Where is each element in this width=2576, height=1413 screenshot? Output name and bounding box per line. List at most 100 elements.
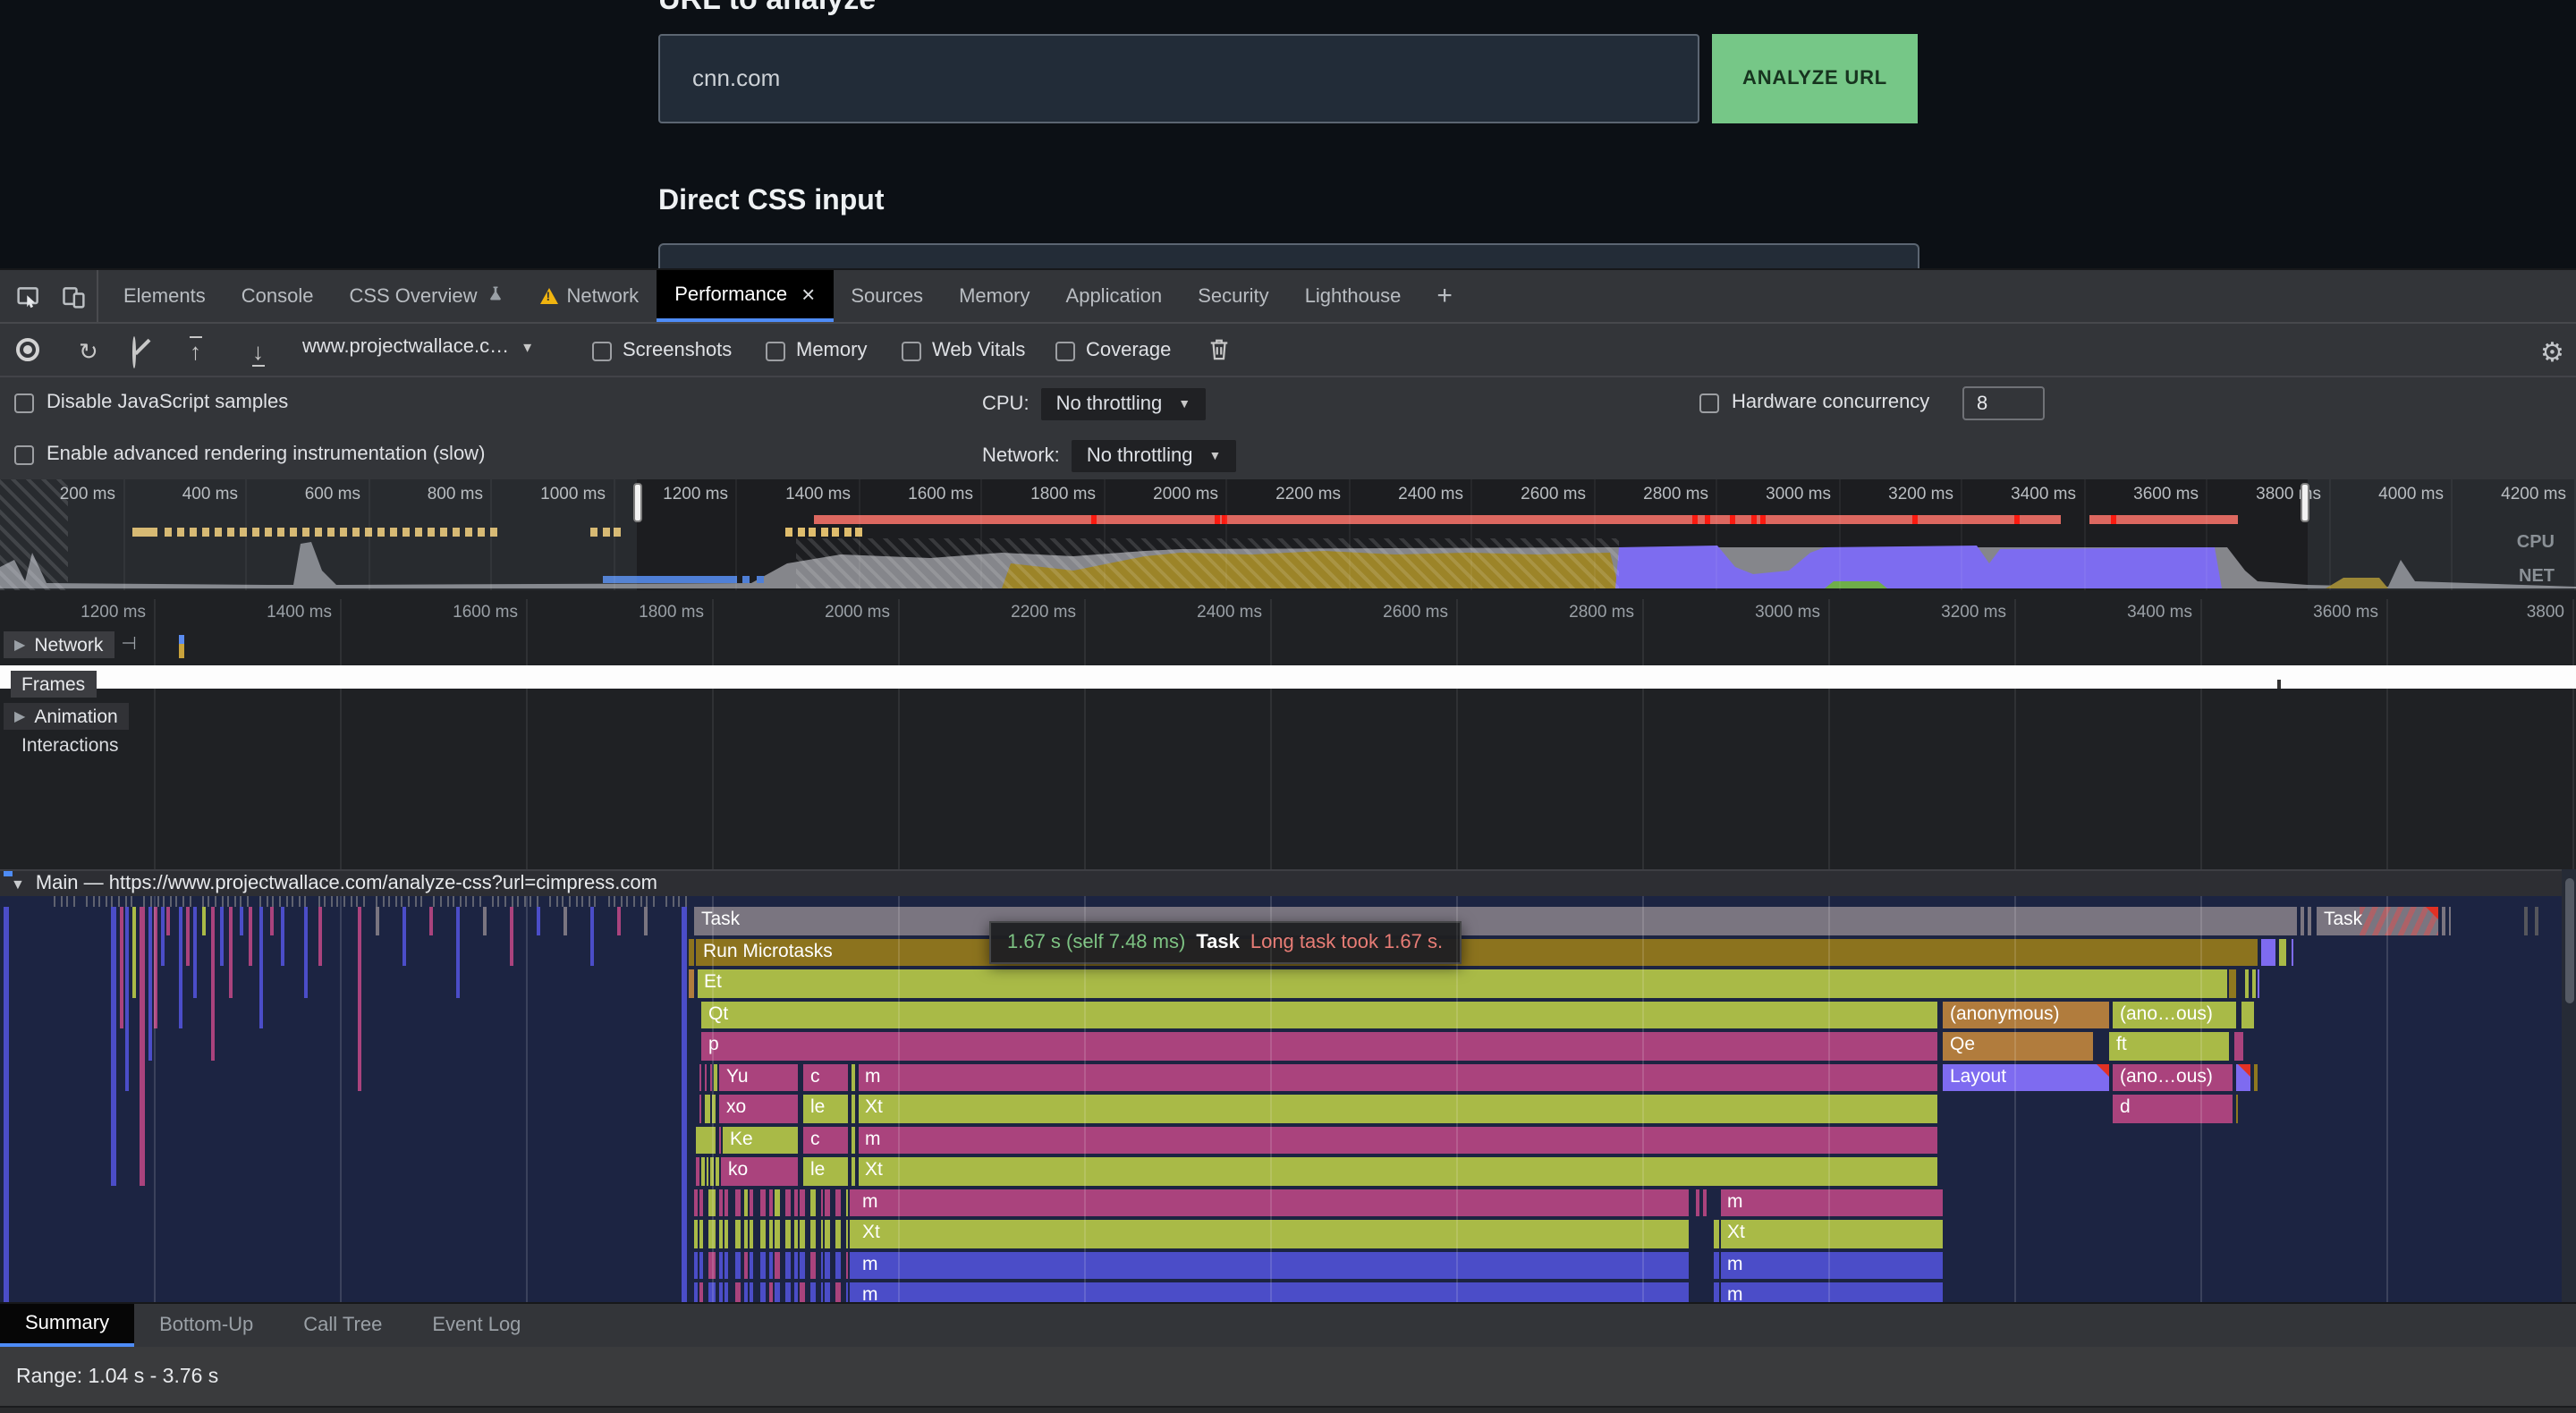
flame-bar-c[interactable]: c [803, 1063, 848, 1091]
coverage-checkbox[interactable] [1055, 341, 1075, 360]
flame-segment[interactable] [709, 1189, 716, 1216]
flame-segment[interactable] [709, 1220, 716, 1248]
flame-task-tick[interactable] [179, 907, 182, 1028]
flame-bar-m[interactable]: m [858, 1126, 1937, 1154]
flame-segment[interactable] [724, 1282, 729, 1302]
flame-segment[interactable] [744, 1189, 747, 1216]
flame-segment[interactable] [694, 1189, 697, 1216]
flame-segment[interactable] [694, 1220, 697, 1248]
flame-segment[interactable] [845, 1220, 848, 1248]
flame-task-tick[interactable] [140, 907, 145, 1185]
flame-segment[interactable] [835, 1251, 842, 1279]
reload-record-icon[interactable]: ↻ [79, 336, 98, 365]
flame-segment[interactable] [699, 1189, 703, 1216]
flame-bar-run-microtasks[interactable]: Run Microtasks [696, 938, 2258, 966]
flame-segment[interactable] [851, 1282, 855, 1302]
tab-application[interactable]: Application [1048, 270, 1181, 322]
flame-bar-yu[interactable]: Yu [719, 1063, 798, 1091]
screenshots-checkbox[interactable] [592, 341, 612, 360]
trash-icon[interactable] [1208, 336, 1231, 367]
flame-segment[interactable] [784, 1282, 791, 1302]
network-track-header[interactable]: ▶Network ⊣ [4, 631, 137, 658]
flame-segment[interactable] [2253, 1063, 2257, 1091]
network-throttling-select[interactable]: No throttling ▼ [1072, 440, 1236, 472]
flame-segment[interactable] [770, 1251, 773, 1279]
flame-segment[interactable] [835, 1189, 842, 1216]
tab-performance[interactable]: Performance× [657, 270, 833, 322]
flame-segment[interactable] [719, 1220, 722, 1248]
device-toolbar-icon[interactable] [59, 283, 86, 309]
flame-segment[interactable] [2251, 969, 2255, 997]
flame-segment[interactable] [770, 1282, 773, 1302]
flame-segment[interactable] [2235, 1095, 2238, 1122]
flame-task-tick[interactable] [682, 907, 686, 1302]
flame-segment[interactable] [820, 1189, 823, 1216]
flame-segment[interactable] [851, 1189, 855, 1216]
flame-segment[interactable] [825, 1220, 829, 1248]
flame-segment[interactable] [835, 1220, 842, 1248]
tab-network[interactable]: !Network [522, 270, 657, 322]
flame-bar-m[interactable]: m [855, 1189, 1689, 1216]
flame-segment[interactable] [694, 1251, 697, 1279]
flame-segment[interactable] [719, 1282, 722, 1302]
inspect-element-icon[interactable] [14, 283, 41, 309]
flame-segment[interactable] [2233, 1032, 2243, 1060]
flame-segment[interactable] [2261, 938, 2275, 966]
track-resizer-icon[interactable]: ⊣ [121, 635, 136, 655]
flame-task-tick[interactable] [148, 907, 151, 1060]
flame-task-tick[interactable] [160, 907, 164, 966]
flame-task-tick[interactable] [376, 907, 378, 935]
flame-bar-xt[interactable]: Xt [1720, 1220, 1943, 1248]
main-thread-flamechart[interactable]: 1.67 s (self 7.48 ms) Task Long task too… [0, 896, 2576, 1302]
flame-bar-task[interactable]: Task [2317, 907, 2438, 935]
flame-bar-le[interactable]: le [803, 1095, 848, 1122]
flame-segment[interactable] [852, 1126, 855, 1154]
flame-bar-d[interactable]: d [2113, 1095, 2233, 1122]
flame-segment[interactable] [706, 1157, 708, 1185]
flame-segment[interactable] [825, 1189, 829, 1216]
selection-handle-left[interactable] [633, 483, 641, 522]
checkbox-screenshots[interactable]: Screenshots [592, 340, 732, 361]
flame-segment[interactable] [704, 1095, 709, 1122]
css-textarea[interactable] [658, 243, 1919, 268]
flame-task-tick[interactable] [259, 907, 262, 1028]
flame-segment[interactable] [825, 1251, 829, 1279]
flame-task-tick[interactable] [590, 907, 594, 966]
flame-segment[interactable] [852, 1157, 855, 1185]
flame-bar-p[interactable]: p [701, 1032, 1937, 1060]
flame-segment[interactable] [820, 1220, 823, 1248]
checkbox-memory[interactable]: Memory [766, 340, 867, 361]
flame-segment[interactable] [719, 1189, 722, 1216]
flame-task-tick[interactable] [111, 907, 116, 1185]
flame-segment[interactable] [699, 1251, 703, 1279]
analyze-url-button[interactable]: ANALYZE URL [1712, 34, 1918, 123]
capture-settings-gear-icon[interactable]: ⚙ [2540, 336, 2564, 368]
flame-bar-qt[interactable]: Qt [701, 1001, 1937, 1028]
flame-segment[interactable] [810, 1282, 817, 1302]
flame-segment[interactable] [744, 1220, 747, 1248]
flame-segment[interactable] [775, 1282, 779, 1302]
flame-task-tick[interactable] [402, 907, 406, 966]
flame-segment[interactable] [800, 1220, 804, 1248]
flame-bar-ke[interactable]: Ke [723, 1126, 798, 1154]
flame-segment[interactable] [699, 1220, 703, 1248]
flame-segment[interactable] [696, 1126, 716, 1154]
flame-task-tick[interactable] [510, 907, 513, 966]
flame-segment[interactable] [689, 938, 693, 966]
flame-segment[interactable] [750, 1282, 754, 1302]
flame-task-tick[interactable] [483, 907, 486, 935]
flame-bar-m[interactable]: m [1720, 1189, 1943, 1216]
tab-console[interactable]: Console [224, 270, 332, 322]
flame-segment[interactable] [784, 1220, 791, 1248]
frames-track-header[interactable]: Frames [11, 666, 96, 698]
flame-task-tick[interactable] [318, 907, 321, 966]
flame-segment[interactable] [759, 1251, 766, 1279]
flame-segment[interactable] [734, 1189, 741, 1216]
flame-segment[interactable] [845, 1251, 848, 1279]
disable-js-samples-checkbox[interactable] [14, 393, 34, 412]
flame-segment[interactable] [795, 1251, 798, 1279]
flame-segment[interactable] [734, 1251, 741, 1279]
flame-segment[interactable] [784, 1189, 791, 1216]
flame-segment[interactable] [709, 1251, 716, 1279]
flame-segment[interactable] [750, 1189, 754, 1216]
